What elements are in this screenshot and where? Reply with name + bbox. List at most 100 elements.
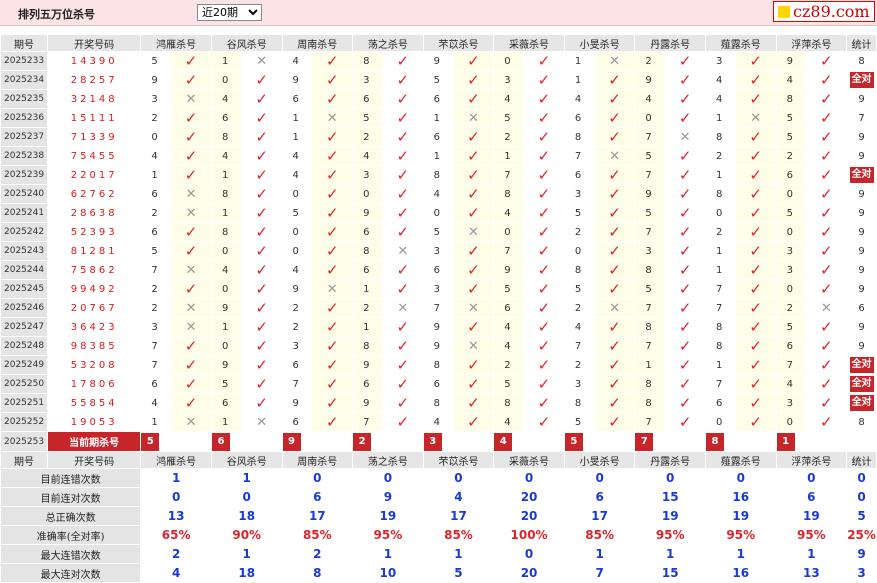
cross-icon: ✕ bbox=[185, 300, 197, 316]
check-icon: ✓ bbox=[537, 279, 551, 298]
draw-number: 19053 bbox=[46, 412, 142, 432]
result-cell: ✕ bbox=[593, 146, 636, 166]
check-icon: ✓ bbox=[608, 336, 621, 355]
result-cell: ✓ bbox=[734, 165, 777, 185]
result-cell: ✓ bbox=[523, 51, 565, 71]
stats-value: 0 bbox=[422, 468, 495, 488]
cross-icon: ✕ bbox=[256, 53, 268, 69]
column-header: 丹露杀号 bbox=[634, 451, 706, 469]
check-icon: ✓ bbox=[396, 336, 410, 355]
result-cell: ✓ bbox=[593, 393, 636, 413]
kill-number: 7 bbox=[634, 165, 666, 185]
result-cell: ✓ bbox=[170, 108, 212, 128]
result-cell: ✓ bbox=[240, 89, 283, 109]
kill-number: 8 bbox=[634, 393, 666, 413]
site-logo[interactable]: cz89.com bbox=[773, 1, 875, 22]
current-kill-cell: 5 bbox=[563, 431, 636, 452]
result-cell: ✓ bbox=[734, 146, 777, 166]
current-kill-label: 当前期杀号 bbox=[46, 431, 142, 452]
kill-number: 3 bbox=[352, 70, 383, 90]
check-icon: ✓ bbox=[608, 260, 621, 279]
kill-number: 3 bbox=[493, 70, 525, 90]
draw-number: 81281 bbox=[46, 241, 142, 261]
check-icon: ✓ bbox=[396, 165, 410, 184]
check-icon: ✓ bbox=[608, 279, 621, 298]
table-row: 2025234 28257 9 ✓ 0 ✓ 9 ✓ 3 ✓ 5 ✓ 3 ✓ 1 ✓ 9 ✓ 4 ✓ 4 ✓ 全对 bbox=[0, 70, 877, 90]
check-icon: ✓ bbox=[396, 355, 410, 374]
check-icon: ✓ bbox=[184, 51, 198, 70]
check-icon: ✓ bbox=[678, 184, 692, 203]
kill-number: 9 bbox=[775, 51, 807, 71]
hit-count: 9 bbox=[846, 89, 877, 109]
result-cell: ✓ bbox=[452, 70, 495, 90]
table-row: 2025240 62762 6 ✕ 8 ✓ 0 ✓ 0 ✓ 4 ✓ 8 ✓ 3 ✓ 9 ✓ 8 ✓ 0 ✓ 9 bbox=[0, 184, 877, 204]
column-header: 浮萍杀号 bbox=[775, 451, 848, 469]
kill-number: 3 bbox=[704, 51, 736, 71]
result-cell: ✕ bbox=[381, 298, 424, 318]
result-cell: ✓ bbox=[734, 222, 777, 242]
result-cell: ✓ bbox=[805, 355, 848, 375]
period-number: 2025246 bbox=[0, 298, 48, 318]
kill-number: 6 bbox=[281, 89, 313, 109]
kill-number: 0 bbox=[704, 412, 736, 432]
stats-value: 15 bbox=[634, 487, 706, 507]
current-kill-cell: 6 bbox=[210, 431, 283, 452]
column-header: 谷风杀号 bbox=[210, 451, 283, 469]
kill-number: 7 bbox=[140, 355, 172, 375]
result-cell: ✕ bbox=[452, 222, 495, 242]
result-cell: ✓ bbox=[664, 412, 706, 432]
check-icon: ✓ bbox=[608, 165, 621, 184]
column-header: 荡之杀号 bbox=[352, 34, 424, 52]
result-cell: ✓ bbox=[664, 317, 706, 337]
result-cell: ✕ bbox=[593, 51, 636, 71]
result-cell: ✓ bbox=[240, 279, 283, 299]
check-icon: ✓ bbox=[184, 70, 198, 89]
result-cell: ✓ bbox=[593, 317, 636, 337]
kill-number: 4 bbox=[210, 260, 242, 280]
kill-number: 2 bbox=[634, 51, 666, 71]
check-icon: ✓ bbox=[749, 241, 762, 260]
check-icon: ✓ bbox=[749, 146, 762, 165]
table-row: 2025244 75862 7 ✕ 4 ✓ 4 ✓ 6 ✓ 6 ✓ 9 ✓ 8 ✓ 8 ✓ 1 ✓ 3 ✓ 9 bbox=[0, 260, 877, 280]
cross-icon: ✕ bbox=[467, 300, 479, 316]
check-icon: ✓ bbox=[325, 374, 339, 393]
result-cell: ✓ bbox=[664, 203, 706, 223]
check-icon: ✓ bbox=[467, 146, 480, 165]
stats-value: 19 bbox=[352, 506, 424, 526]
kill-number: 3 bbox=[563, 374, 595, 394]
kill-number: 1 bbox=[634, 355, 666, 375]
result-cell: ✓ bbox=[452, 355, 495, 375]
result-cell: ✕ bbox=[452, 336, 495, 356]
kill-number: 7 bbox=[704, 279, 736, 299]
table-row: 2025248 98385 7 ✓ 0 ✓ 3 ✓ 8 ✓ 9 ✕ 4 ✓ 7 ✓ 7 ✓ 8 ✓ 6 ✓ 9 bbox=[0, 336, 877, 356]
result-cell: ✓ bbox=[311, 412, 354, 432]
column-header: 小旻杀号 bbox=[563, 34, 636, 52]
result-cell: ✓ bbox=[523, 165, 565, 185]
stats-value: 0 bbox=[352, 468, 424, 488]
result-cell: ✓ bbox=[170, 355, 212, 375]
current-empty-cell bbox=[846, 431, 877, 452]
result-cell: ✓ bbox=[805, 203, 848, 223]
all-correct-badge: 全对 bbox=[849, 395, 874, 411]
kill-number: 1 bbox=[563, 70, 595, 90]
kill-number: 9 bbox=[281, 279, 313, 299]
check-icon: ✓ bbox=[678, 203, 692, 222]
result-cell: ✓ bbox=[593, 222, 636, 242]
result-cell: ✓ bbox=[240, 393, 283, 413]
stats-value: 0 bbox=[775, 468, 848, 488]
result-cell: ✓ bbox=[170, 222, 212, 242]
range-select[interactable]: 近20期 bbox=[197, 4, 262, 21]
result-cell: ✓ bbox=[734, 412, 777, 432]
kill-number: 7 bbox=[140, 336, 172, 356]
kill-number: 2 bbox=[281, 317, 313, 337]
column-header: 浮萍杀号 bbox=[775, 34, 848, 52]
check-icon: ✓ bbox=[396, 374, 410, 393]
stats-value: 1 bbox=[352, 544, 424, 564]
result-cell: ✕ bbox=[805, 298, 848, 318]
result-cell: ✕ bbox=[170, 298, 212, 318]
result-cell: ✓ bbox=[170, 70, 212, 90]
period-number: 2025251 bbox=[0, 393, 48, 413]
period-number: 2025241 bbox=[0, 203, 48, 223]
check-icon: ✓ bbox=[749, 89, 762, 108]
kill-number: 6 bbox=[140, 374, 172, 394]
